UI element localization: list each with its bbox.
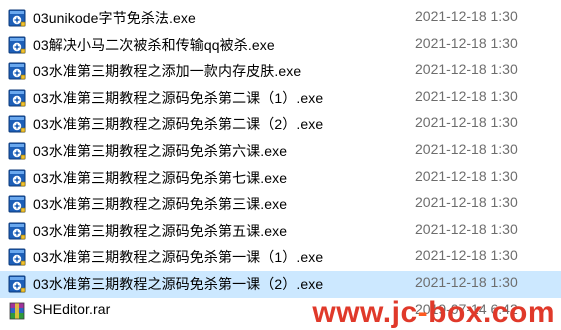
file-row[interactable]: 03水准第三期教程之添加一款内存皮肤.exe 2021-12-18 1:30: [0, 58, 561, 85]
exe-icon: [8, 36, 26, 54]
file-date-modified: 2021-12-18 1:30: [415, 140, 518, 157]
file-row[interactable]: 03水准第三期教程之源码免杀第一课（1）.exe 2021-12-18 1:30: [0, 244, 561, 271]
file-row[interactable]: 03水准第三期教程之源码免杀第二课（2）.exe 2021-12-18 1:30: [0, 111, 561, 138]
exe-icon: [8, 195, 26, 213]
watermark-text-post: box.com: [428, 296, 555, 329]
exe-icon: [8, 275, 26, 293]
exe-icon: [8, 169, 26, 187]
file-row[interactable]: 03水准第三期教程之源码免杀第三课.exe 2021-12-18 1:30: [0, 191, 561, 218]
file-name: 03水准第三期教程之源码免杀第五课.exe: [33, 222, 288, 239]
file-row[interactable]: 03unikode字节免杀法.exe 2021-12-18 1:30: [0, 5, 561, 32]
file-name: 03水准第三期教程之源码免杀第六课.exe: [33, 142, 288, 159]
file-name: 03水准第三期教程之源码免杀第二课（1）.exe: [33, 89, 324, 106]
file-row-selected[interactable]: 03水准第三期教程之源码免杀第一课（2）.exe 2021-12-18 1:30: [0, 270, 561, 298]
watermark-text-pre: www.jc: [312, 296, 418, 329]
file-name: 03水准第三期教程之源码免杀第三课.exe: [33, 196, 288, 213]
file-name: SHEditor.rar: [33, 300, 111, 317]
file-name: 03unikode字节免杀法.exe: [33, 10, 196, 26]
file-date-modified: 2021-12-18 1:30: [415, 167, 518, 184]
file-name: 03水准第三期教程之源码免杀第二课（2）.exe: [33, 116, 324, 133]
file-name: 03水准第三期教程之源码免杀第一课（2）.exe: [33, 275, 324, 292]
exe-icon: [8, 62, 26, 80]
file-date-modified: 2021-12-18 1:30: [415, 114, 518, 131]
site-watermark: www.jc-box.com: [312, 298, 555, 328]
file-name: 03水准第三期教程之源码免杀第七课.exe: [33, 169, 288, 186]
file-date-modified: 2021-12-18 1:30: [415, 273, 518, 290]
exe-icon: [8, 222, 26, 240]
file-row[interactable]: 03水准第三期教程之源码免杀第二课（1）.exe 2021-12-18 1:30: [0, 85, 561, 112]
exe-icon: [8, 248, 26, 266]
file-date-modified: 2021-12-18 1:30: [415, 194, 518, 211]
file-date-modified: 2021-12-18 1:30: [415, 8, 518, 24]
file-row[interactable]: 03水准第三期教程之源码免杀第七课.exe 2021-12-18 1:30: [0, 165, 561, 192]
file-row[interactable]: 03水准第三期教程之源码免杀第五课.exe 2021-12-18 1:30: [0, 218, 561, 245]
file-row[interactable]: 03水准第三期教程之源码免杀第六课.exe 2021-12-18 1:30: [0, 138, 561, 165]
file-list: 03unikode字节免杀法.exe 2021-12-18 1:30 03解决小…: [0, 5, 561, 324]
exe-icon: [8, 89, 26, 107]
exe-icon: [8, 115, 26, 133]
file-date-modified: 2021-12-18 1:30: [415, 87, 518, 104]
exe-icon: [8, 9, 26, 27]
file-name: 03解决小马二次被杀和传输qq被杀.exe: [33, 36, 275, 53]
exe-icon: [8, 142, 26, 160]
rar-archive-icon: [8, 302, 26, 320]
file-date-modified: 2021-12-18 1:30: [415, 220, 518, 237]
file-row[interactable]: 03解决小马二次被杀和传输qq被杀.exe 2021-12-18 1:30: [0, 32, 561, 59]
file-date-modified: 2021-12-18 1:30: [415, 61, 518, 78]
file-date-modified: 2021-12-18 1:30: [415, 247, 518, 264]
file-name: 03水准第三期教程之源码免杀第一课（1）.exe: [33, 249, 324, 266]
watermark-text-accent: -: [417, 296, 429, 329]
file-name: 03水准第三期教程之添加一款内存皮肤.exe: [33, 63, 302, 80]
file-date-modified: 2021-12-18 1:30: [415, 34, 518, 51]
